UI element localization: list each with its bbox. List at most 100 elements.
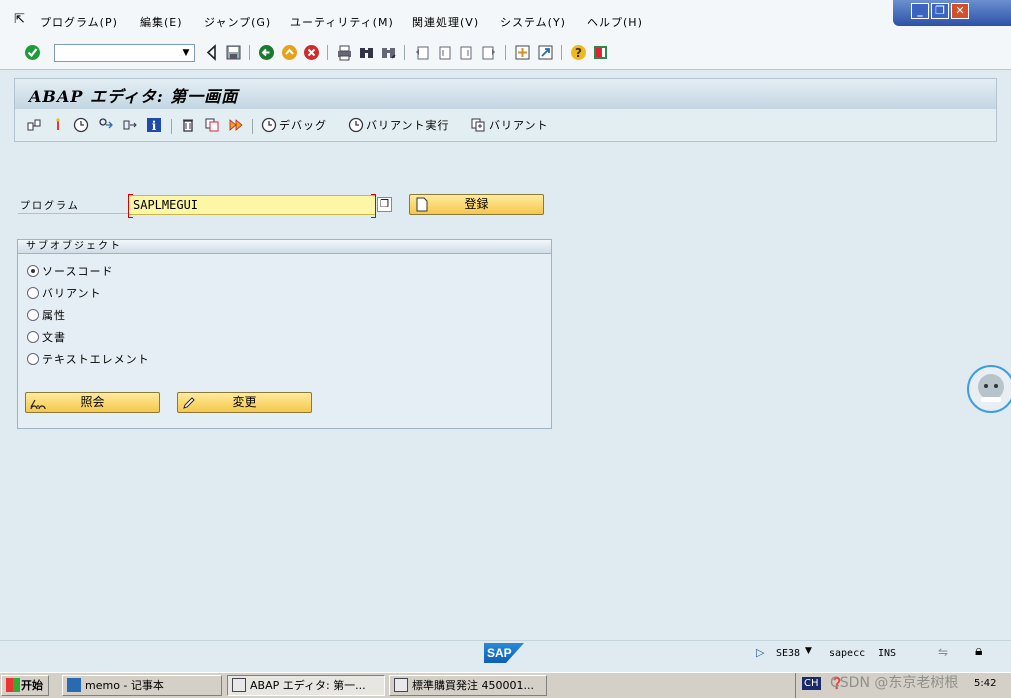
status-dropdown-icon[interactable]: ▼ xyxy=(805,646,812,656)
create-session-icon[interactable] xyxy=(514,44,531,61)
lock-icon[interactable]: 🔒︎ xyxy=(975,643,982,659)
watermark-text: CSDN @东京老树根 xyxy=(830,675,959,691)
clock: 5:42 xyxy=(974,678,997,689)
layout-icon[interactable] xyxy=(592,44,609,61)
command-field[interactable]: ▼ xyxy=(54,44,195,62)
find-next-icon[interactable] xyxy=(380,44,397,61)
close-button[interactable]: ✕ xyxy=(951,3,969,19)
menu-bar: ⇱ プログラム(P) 編集(E) ジャンプ(G) ユーティリティ(M) 関連処理… xyxy=(0,0,1011,36)
object-list-icon[interactable] xyxy=(26,117,42,133)
variant-icon[interactable] xyxy=(470,117,486,133)
page-title: ABAP エディタ: 第一画面 xyxy=(29,87,239,106)
back-arrow-icon[interactable] xyxy=(258,44,275,61)
task-po-label: 標準購買発注 450001... xyxy=(412,679,534,692)
radio-variant-label: バリアント xyxy=(42,287,102,300)
language-indicator[interactable]: CH xyxy=(802,677,821,690)
title-bar: ABAP エディタ: 第一画面 xyxy=(15,79,996,109)
change-button-label: 変更 xyxy=(232,395,257,409)
shortcut-icon[interactable] xyxy=(537,44,554,61)
delete-icon[interactable] xyxy=(180,117,196,133)
svg-text:?: ? xyxy=(575,46,582,60)
radio-attributes-label: 属性 xyxy=(42,309,66,322)
register-button[interactable]: 登録 xyxy=(409,194,544,215)
system-tray: CH ❓ CSDN @东京老树根 5:42 xyxy=(795,673,1011,698)
check-icon[interactable] xyxy=(50,117,66,133)
radio-source-code[interactable] xyxy=(27,265,39,277)
label-underline xyxy=(18,213,128,214)
variant-run-button[interactable]: バリアント実行 xyxy=(366,115,450,137)
save-icon[interactable] xyxy=(225,44,242,61)
display-button[interactable]: 照会 xyxy=(25,392,160,413)
robot-face-icon xyxy=(978,374,1004,402)
task-abap-editor[interactable]: ABAP エディタ: 第一... xyxy=(227,675,385,696)
sap-window-icon xyxy=(394,678,408,692)
program-label: プログラム xyxy=(20,201,80,212)
status-connection-icon: ⇋ xyxy=(938,645,949,659)
task-abap-label: ABAP エディタ: 第一... xyxy=(250,679,366,692)
enter-icon[interactable] xyxy=(24,44,41,61)
radio-source-code-label: ソースコード xyxy=(42,265,114,278)
windows-logo-icon xyxy=(6,678,20,692)
radio-documentation-label: 文書 xyxy=(42,331,66,344)
variant-button[interactable]: バリアント xyxy=(489,115,549,137)
back-icon[interactable] xyxy=(203,44,220,61)
notepad-icon xyxy=(67,678,81,692)
exit-icon[interactable] xyxy=(281,44,298,61)
info-icon[interactable]: i xyxy=(146,117,162,133)
menu-help[interactable]: ヘルプ(H) xyxy=(587,14,643,30)
debug-button[interactable]: デバッグ xyxy=(279,115,327,137)
pencil-icon xyxy=(183,397,195,409)
where-used-icon[interactable] xyxy=(98,117,114,133)
next-page-icon[interactable] xyxy=(458,44,475,61)
print-icon[interactable] xyxy=(336,44,353,61)
task-notepad-label: memo - 记事本 xyxy=(85,679,164,692)
program-input[interactable]: SAPLMEGUI xyxy=(128,194,376,218)
menu-environment[interactable]: 関連処理(V) xyxy=(412,14,479,30)
subobject-title: サブオブジェクト xyxy=(18,240,551,254)
first-page-icon[interactable] xyxy=(414,44,431,61)
navigate-icon[interactable] xyxy=(122,117,138,133)
status-expand-icon[interactable]: ▷ xyxy=(756,646,764,659)
menu-goto[interactable]: ジャンプ(G) xyxy=(204,14,271,30)
help-icon[interactable]: ? xyxy=(570,44,587,61)
change-button[interactable]: 変更 xyxy=(177,392,312,413)
radio-variant[interactable] xyxy=(27,287,39,299)
robot-assistant-icon[interactable] xyxy=(967,365,1011,413)
title-panel: ABAP エディタ: 第一画面 i デバッグ バリアント実行 バリアント xyxy=(14,78,997,142)
glasses-icon xyxy=(30,399,46,409)
task-notepad[interactable]: memo - 记事本 xyxy=(62,675,222,696)
status-system: sapecc xyxy=(829,648,866,659)
radio-text-elements[interactable] xyxy=(27,353,39,365)
radio-attributes[interactable] xyxy=(27,309,39,321)
menu-edit[interactable]: 編集(E) xyxy=(140,14,183,30)
program-input-value: SAPLMEGUI xyxy=(133,198,199,212)
find-icon[interactable] xyxy=(358,44,375,61)
svg-text:i: i xyxy=(152,119,157,133)
task-purchase-order[interactable]: 標準購買発注 450001... xyxy=(389,675,547,696)
restore-button[interactable]: ❐ xyxy=(931,3,949,19)
display-button-label: 照会 xyxy=(80,395,105,409)
status-mode: INS xyxy=(878,648,897,659)
radio-text-elements-label: テキストエレメント xyxy=(42,353,150,366)
activate-icon[interactable] xyxy=(73,117,89,133)
cancel-icon[interactable] xyxy=(303,44,320,61)
document-icon xyxy=(416,197,428,212)
prev-page-icon[interactable] xyxy=(436,44,453,61)
start-button[interactable]: 开始 xyxy=(1,675,49,696)
debug-icon[interactable] xyxy=(261,117,277,133)
system-menu-icon[interactable]: ⇱ xyxy=(14,12,25,27)
register-button-label: 登録 xyxy=(464,197,489,211)
copy-icon[interactable] xyxy=(204,117,220,133)
execute-icon[interactable] xyxy=(228,117,244,133)
menu-utilities[interactable]: ユーティリティ(M) xyxy=(290,14,394,30)
radio-documentation[interactable] xyxy=(27,331,39,343)
minimize-button[interactable]: _ xyxy=(911,3,929,19)
variant-run-icon[interactable] xyxy=(348,117,364,133)
menu-system[interactable]: システム(Y) xyxy=(500,14,566,30)
menu-program[interactable]: プログラム(P) xyxy=(40,14,118,30)
last-page-icon[interactable] xyxy=(480,44,497,61)
window-controls: _ ❐ ✕ xyxy=(893,0,1011,26)
value-help-icon[interactable]: ❐ xyxy=(377,197,392,212)
chevron-down-icon[interactable]: ▼ xyxy=(180,47,192,59)
status-transaction: SE38 xyxy=(776,648,801,659)
